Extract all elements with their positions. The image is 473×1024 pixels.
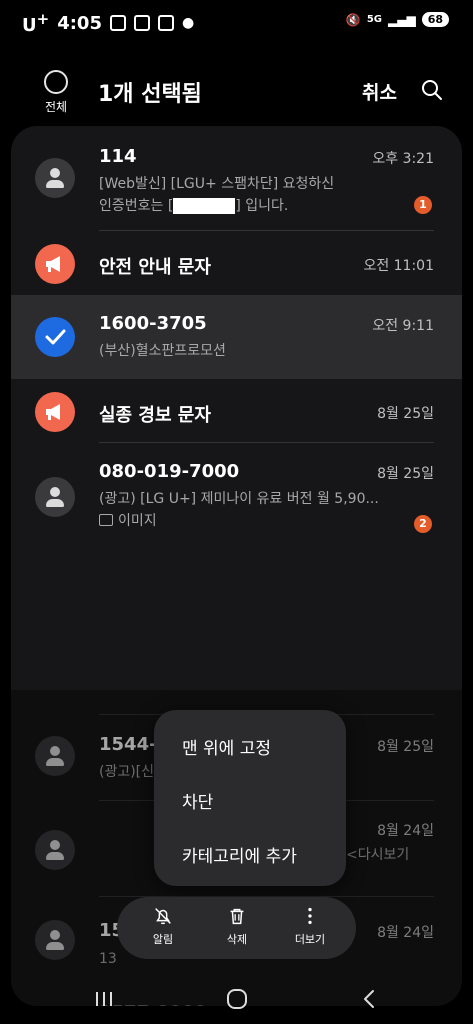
conversation-time: 오후 3:21	[372, 151, 434, 167]
carrier: U+	[22, 10, 50, 36]
contact-avatar	[35, 158, 75, 198]
list-item[interactable]: 114 오후 3:21 [Web발신] [LGU+ 스팸차단] 요청하신 인증번…	[11, 126, 462, 230]
app-notification-icon	[133, 15, 150, 31]
conversation-time: 8월 25일	[377, 406, 434, 422]
home-icon[interactable]	[225, 987, 249, 1015]
selection-header: 전체 1개 선택됨 취소	[0, 60, 473, 130]
list-item[interactable]: 080-019-7000 8월 25일 (광고) [LG U+] 제미나이 유료…	[11, 443, 462, 553]
menu-item-block[interactable]: 차단	[182, 788, 213, 813]
network-type: 5G	[366, 14, 382, 25]
status-bar: U+ 4:05 ● 🔇 5G ▂▄▆ 68	[0, 0, 473, 40]
more-button[interactable]: 더보기	[280, 905, 340, 947]
attachment-label: 이미지	[99, 510, 369, 532]
select-all-checkbox[interactable]	[44, 70, 68, 94]
conversation-preview: (부산)혈소판프로모션	[99, 343, 226, 359]
conversation-time: 오전 9:11	[372, 318, 434, 334]
cancel-button[interactable]: 취소	[362, 78, 397, 105]
list-item-selected[interactable]: 1600-3705 오전 9:11 (부산)혈소판프로모션	[11, 295, 462, 379]
page-title: 1개 선택됨	[98, 82, 202, 107]
notify-label: 알림	[152, 933, 174, 946]
megaphone-icon	[35, 244, 75, 284]
selection-action-bar: 알림 삭제 더보기	[117, 897, 356, 959]
more-options-menu: 맨 위에 고정 차단 카테고리에 추가	[154, 710, 346, 886]
conversation-name: 실종 경보 문자	[99, 405, 211, 426]
unread-badge: 1	[414, 196, 432, 214]
battery-indicator: 68	[421, 12, 449, 27]
sigma-app-icon	[157, 15, 174, 31]
signal-icon: ▂▄▆	[388, 12, 416, 27]
status-left: U+ 4:05 ●	[22, 10, 194, 36]
megaphone-icon	[35, 392, 75, 432]
conversation-name: 1600-3705	[99, 313, 207, 334]
select-all-toggle[interactable]: 전체	[36, 70, 76, 115]
conversation-time: 오전 11:01	[363, 258, 434, 274]
status-right: 🔇 5G ▂▄▆ 68	[346, 12, 449, 27]
conversation-name: 114	[99, 146, 137, 167]
more-notifications-dot-icon: ●	[181, 15, 195, 31]
list-item[interactable]: 실종 경보 문자 8월 25일	[11, 379, 462, 443]
trash-icon	[230, 908, 244, 925]
search-icon[interactable]	[420, 78, 444, 102]
mute-icon: 🔇	[345, 12, 361, 27]
list-item[interactable]: 안전 안내 문자 오전 11:01	[11, 231, 462, 295]
system-nav-bar	[0, 985, 473, 1024]
more-label: 더보기	[294, 933, 326, 946]
redacted-code	[173, 198, 236, 214]
contact-avatar	[35, 477, 75, 517]
delete-label: 삭제	[226, 933, 248, 946]
clock: 4:05	[57, 12, 102, 34]
recent-apps-icon[interactable]	[92, 989, 116, 1013]
conversation-preview: [Web발신] [LGU+ 스팸차단] 요청하신 인증번호는 [] 입니다.	[99, 176, 335, 214]
bell-off-icon	[155, 908, 171, 925]
unread-badge: 2	[414, 515, 432, 533]
menu-item-add-to-category[interactable]: 카테고리에 추가	[182, 842, 297, 867]
conversation-name: 080-019-7000	[99, 461, 240, 482]
conversation-preview: (광고) [LG U+] 제미나이 유료 버전 월 5,90...	[99, 491, 379, 507]
conversation-time: 8월 25일	[377, 466, 434, 482]
more-vertical-icon	[308, 907, 312, 925]
notify-button[interactable]: 알림	[133, 905, 193, 947]
conversation-name: 안전 안내 문자	[99, 257, 211, 278]
menu-item-pin-to-top[interactable]: 맨 위에 고정	[182, 734, 271, 759]
select-all-label: 전체	[44, 100, 68, 114]
back-icon[interactable]	[358, 987, 382, 1015]
checkmark-icon[interactable]	[35, 317, 75, 357]
screenshot-icon	[109, 15, 126, 31]
image-icon	[99, 514, 113, 526]
delete-button[interactable]: 삭제	[207, 905, 267, 947]
